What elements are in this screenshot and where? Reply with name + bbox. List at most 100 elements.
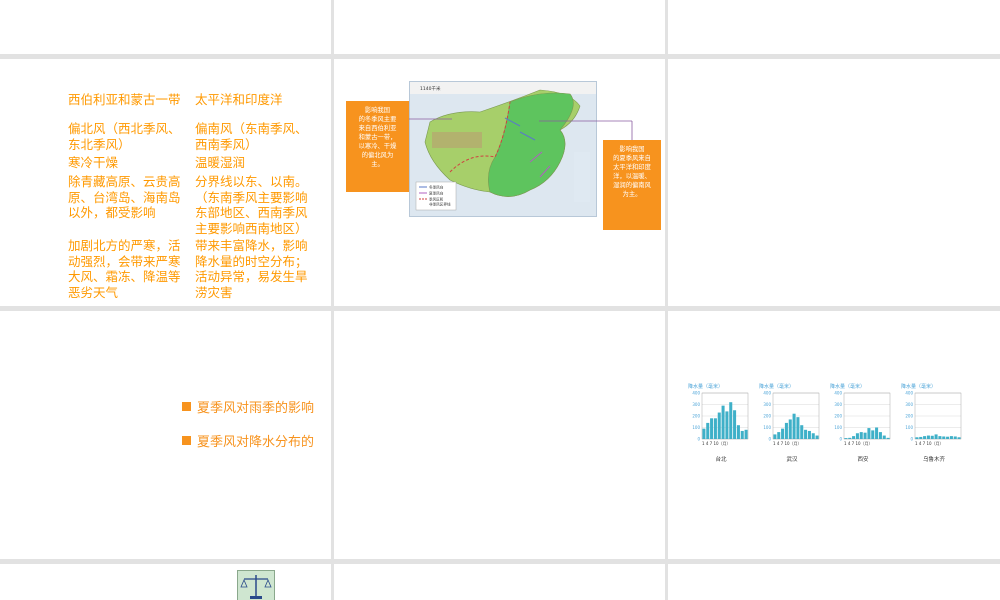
precip-chart-1: 降水量（毫米） 400 300 200 100 0 1 4 7 10（月） 台北 (688, 383, 754, 463)
slide-5[interactable]: 1140千米 冬季风向 夏季风向 季风区和 非季风区界线 影响我国 的冬季风主要… (334, 59, 665, 306)
y-tick-label: 400 (692, 391, 700, 396)
precip-bar (713, 418, 717, 439)
slide-9[interactable]: 降水量（毫米） 400 300 200 100 0 1 4 7 10（月） 台北 降水量（… (668, 311, 1000, 559)
precip-bar (875, 427, 879, 439)
winter-effect: 加剧北方的严寒，活 动强烈，会带来严寒 大风、霜冻、降温等 恶劣天气 (68, 238, 181, 300)
precip-bar (882, 435, 886, 439)
precip-chart-svg: 400 300 200 100 01 4 7 10（月） (692, 391, 749, 446)
precip-bar (773, 434, 777, 439)
city-label: 西安 (857, 457, 869, 463)
y-tick-label: 400 (834, 391, 842, 396)
bullet-text-1: 夏季风对雨季的影响 (197, 401, 315, 416)
precip-bar (957, 437, 961, 439)
legend-winter: 冬季风向 (429, 185, 444, 190)
y-tick-label: 0 (839, 437, 842, 442)
y-tick-label: 400 (905, 391, 913, 396)
y-tick-label: 100 (905, 425, 913, 430)
precip-bar (733, 410, 737, 439)
precip-bar (923, 436, 927, 439)
precip-bar (878, 432, 882, 439)
summer-direction: 偏南风（东南季风、 西南季风） (195, 121, 308, 152)
slide-grid: 西伯利亚和蒙古一带 太平洋和印度洋 偏北风（西北季风、 东北季风） 偏南风（东南… (0, 0, 1000, 600)
x-tick-labels: 1 4 7 10（月） (915, 441, 944, 446)
bullet-square-icon (182, 402, 191, 411)
precip-bar (844, 438, 848, 439)
slide-4[interactable]: 西伯利亚和蒙古一带 太平洋和印度洋 偏北风（西北季风、 东北季风） 偏南风（东南… (0, 59, 331, 306)
y-tick-label: 0 (910, 437, 913, 442)
y-tick-label: 200 (692, 414, 700, 419)
slide-12[interactable] (668, 564, 1000, 600)
slide-3[interactable] (668, 0, 1000, 54)
legend-summer: 夏季风向 (429, 191, 444, 196)
precip-bar (796, 417, 800, 439)
balance-scale-image (237, 570, 275, 600)
precip-bar (717, 412, 721, 439)
slide-6[interactable] (668, 59, 1000, 306)
balance-scale-icon (240, 575, 272, 599)
precip-bar (926, 435, 930, 439)
y-tick-label: 300 (692, 402, 700, 407)
precip-bar (807, 430, 811, 439)
precip-bar (781, 428, 785, 439)
precip-bar (946, 436, 950, 439)
precip-bar (788, 419, 792, 439)
slide-11[interactable] (334, 564, 665, 600)
precip-bar (855, 433, 859, 439)
precip-bar (777, 432, 781, 439)
summer-source: 太平洋和印度洋 (195, 92, 283, 107)
precip-bar (725, 411, 729, 439)
winter-source: 西伯利亚和蒙古一带 (68, 92, 181, 107)
summer-effect: 带来丰富降水，影响 降水量的时空分布； 活动异常，易发生旱 涝灾害 (195, 238, 308, 300)
precip-bar (792, 413, 796, 439)
precip-bar (744, 429, 748, 439)
y-tick-label: 300 (905, 402, 913, 407)
bullet-text-2: 夏季风对降水分布的 (197, 435, 315, 450)
precip-bar (886, 437, 890, 439)
precip-bar (938, 436, 942, 439)
slide-1[interactable] (0, 0, 331, 54)
x-tick-labels: 1 4 7 10（月） (702, 441, 731, 446)
y-tick-label: 200 (834, 414, 842, 419)
precip-bar (721, 405, 725, 439)
x-tick-labels: 1 4 7 10（月） (773, 441, 802, 446)
precip-bar (710, 418, 714, 439)
precip-bar (919, 436, 923, 439)
precip-bar (740, 430, 744, 439)
precip-chart-2: 降水量（毫米） 400 300 200 100 0 1 4 7 10（月） 武汉 (759, 383, 825, 463)
y-tick-label: 300 (763, 402, 771, 407)
precip-bar (930, 435, 934, 439)
precip-bar (702, 428, 706, 439)
winter-monsoon-callout: 影响我国 的冬季风主要 来自西伯利亚 和蒙古一带， 以寒冷、干燥 的偏北风为 主… (346, 101, 409, 192)
y-tick-label: 100 (692, 425, 700, 430)
winter-nature: 寒冷干燥 (68, 155, 119, 170)
map-drawing: 1140千米 冬季风向 夏季风向 季风区和 非季风区界线 (410, 82, 596, 211)
y-tick-label: 300 (834, 402, 842, 407)
precip-bar (934, 434, 938, 439)
precip-chart-4: 降水量（毫米） 400 300 200 100 0 1 4 7 10（月） 乌鲁木齐 (901, 383, 967, 463)
precip-bar (800, 425, 804, 439)
summer-monsoon-callout: 影响我国 的夏季风来自 太平洋和印度 洋，以温暖、 湿润的偏南风 为主。 (603, 140, 661, 230)
legend-boundary-2: 非季风区界线 (429, 202, 451, 207)
precip-bar (863, 432, 867, 439)
precip-bar (942, 436, 946, 439)
x-tick-labels: 1 4 7 10（月） (844, 441, 873, 446)
precip-bar (953, 436, 957, 439)
city-label: 台北 (715, 457, 727, 463)
y-tick-label: 200 (763, 414, 771, 419)
precip-bar (867, 428, 871, 439)
slide-8[interactable] (334, 311, 665, 559)
precip-chart-svg: 400 300 200 100 01 4 7 10（月） (763, 391, 820, 446)
precip-bar (804, 429, 808, 439)
precip-bar (706, 422, 710, 439)
slide-10[interactable] (0, 564, 331, 600)
y-tick-label: 100 (763, 425, 771, 430)
precip-bar (815, 435, 819, 439)
bullet-square-icon (182, 436, 191, 445)
precip-bar (784, 422, 788, 439)
slide-2[interactable] (334, 0, 665, 54)
slide-7[interactable]: 夏季风对雨季的影响 夏季风对降水分布的 (0, 311, 331, 559)
bullet-precip-distribution: 夏季风对降水分布的 (182, 431, 314, 450)
y-tick-label: 0 (697, 437, 700, 442)
precip-bar (729, 402, 733, 439)
precip-bar (915, 437, 919, 439)
